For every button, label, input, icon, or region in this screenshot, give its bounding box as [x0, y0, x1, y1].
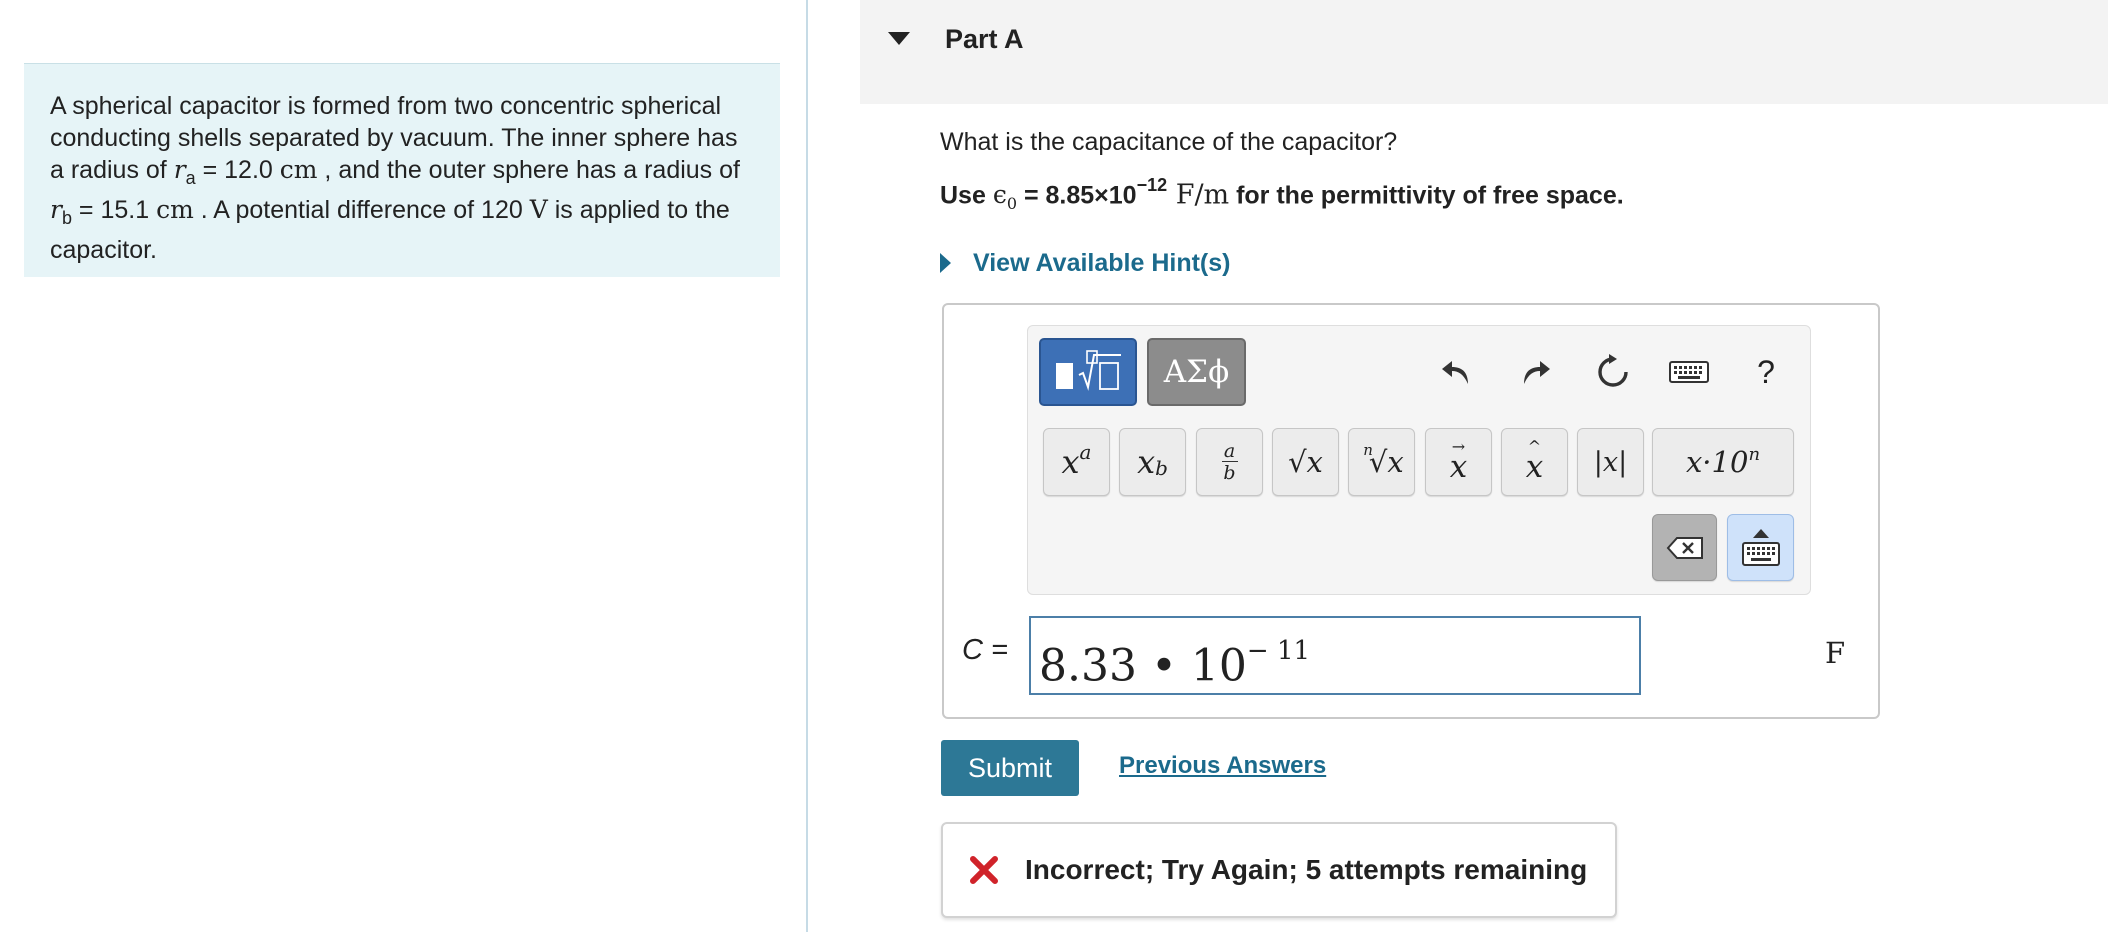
- perm-exponent: −12: [1136, 175, 1168, 195]
- scientific-notation-key[interactable]: x·10 n: [1652, 428, 1794, 496]
- backspace-icon: [1666, 536, 1703, 559]
- submit-button[interactable]: Submit: [941, 740, 1079, 796]
- ra-subscript: a: [185, 168, 196, 188]
- fraction-key[interactable]: a b: [1196, 428, 1263, 496]
- answer-variable-label: C =: [962, 634, 1008, 666]
- feedback-text: Incorrect; Try Again; 5 attempts remaini…: [1025, 854, 1588, 885]
- rb-value: = 15.1: [71, 196, 157, 224]
- problem-text: . A potential difference of 120: [193, 196, 530, 224]
- subscript-key[interactable]: xb: [1119, 428, 1186, 496]
- square-root-key[interactable]: √x: [1272, 428, 1339, 496]
- perm-unit: F/m: [1167, 179, 1230, 211]
- view-hints-link[interactable]: View Available Hint(s): [973, 249, 1230, 278]
- incorrect-x-icon: [969, 855, 999, 885]
- help-icon[interactable]: ?: [1742, 348, 1790, 396]
- perm-tail: for the permittivity of free space.: [1229, 181, 1624, 210]
- unit-vector-key[interactable]: ^ x: [1501, 428, 1568, 496]
- permittivity-instruction: Use ϵ0 = 8.85×10−12 F/m for the permitti…: [940, 175, 1624, 214]
- rb-subscript: b: [61, 208, 72, 228]
- keyboard-shortcuts-icon[interactable]: [1667, 348, 1711, 396]
- voltage-unit: V: [529, 195, 548, 224]
- templates-icon: [1056, 350, 1121, 391]
- panel-divider: [806, 0, 808, 932]
- backspace-key[interactable]: [1652, 514, 1717, 581]
- ra-unit: cm: [279, 155, 318, 184]
- previous-answers-link[interactable]: Previous Answers: [1119, 752, 1326, 780]
- answer-exponent: − 11: [1246, 636, 1311, 666]
- rb-unit: cm: [156, 195, 194, 224]
- view-hints-toggle[interactable]: View Available Hint(s): [940, 246, 1230, 280]
- problem-text: , and the outer sphere has a radius of: [317, 156, 740, 184]
- undo-icon[interactable]: [1433, 348, 1481, 396]
- part-header: [860, 0, 2108, 104]
- absolute-value-key[interactable]: |x|: [1577, 428, 1644, 496]
- part-title: Part A: [945, 24, 1024, 54]
- epsilon-symbol: ϵ0: [992, 180, 1018, 214]
- superscript-key[interactable]: xa: [1043, 428, 1110, 496]
- templates-mode-button[interactable]: [1039, 338, 1137, 406]
- reset-icon[interactable]: [1589, 348, 1637, 396]
- greek-mode-button[interactable]: ΑΣϕ: [1147, 338, 1246, 406]
- keyboard-icon: [1741, 542, 1780, 566]
- collapse-caret-icon[interactable]: [888, 32, 910, 45]
- perm-value: = 8.85×10: [1017, 181, 1137, 210]
- expand-caret-icon: [940, 253, 951, 273]
- caret-up-icon: [1752, 529, 1769, 538]
- ra-symbol: r: [173, 155, 186, 184]
- feedback-message: Incorrect; Try Again; 5 attempts remaini…: [941, 822, 1617, 918]
- answer-mantissa: 8.33 • 10: [1039, 640, 1247, 692]
- perm-use: Use: [940, 181, 993, 210]
- ra-value: = 12.0: [195, 156, 280, 184]
- nth-root-key[interactable]: n √x: [1348, 428, 1415, 496]
- question-text: What is the capacitance of the capacitor…: [940, 128, 1398, 156]
- toggle-keyboard-key[interactable]: [1727, 514, 1794, 581]
- vector-key[interactable]: → x: [1425, 428, 1492, 496]
- answer-unit: F: [1825, 636, 1846, 670]
- answer-input[interactable]: 8.33 • 10− 11: [1029, 616, 1641, 695]
- redo-icon[interactable]: [1511, 348, 1559, 396]
- problem-statement: A spherical capacitor is formed from two…: [24, 63, 780, 277]
- rb-symbol: r: [50, 195, 62, 224]
